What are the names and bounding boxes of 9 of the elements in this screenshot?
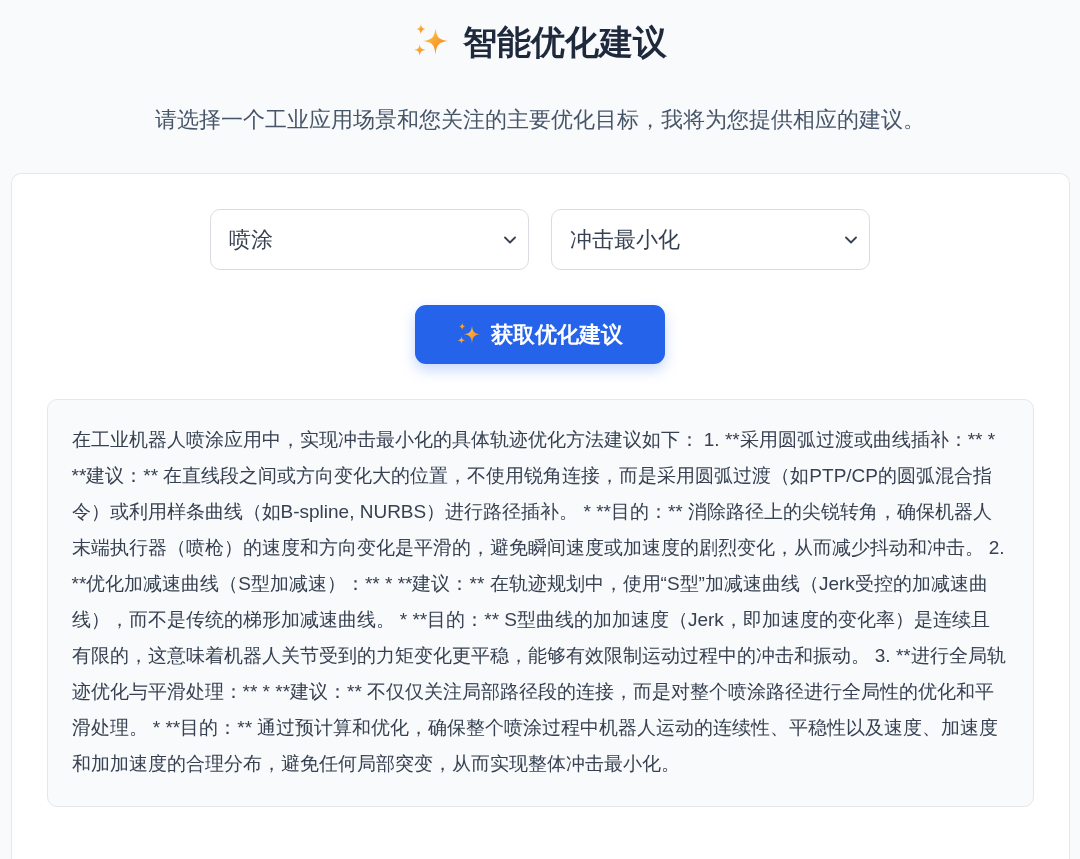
dropdown[interactable]: 喷涂 bbox=[210, 209, 529, 270]
sparkles-icon bbox=[457, 322, 481, 347]
submit-button[interactable]: 获取优化建议 bbox=[415, 305, 665, 364]
chevron-down-icon bbox=[504, 235, 516, 244]
dropdown[interactable]: 冲击最小化 bbox=[551, 209, 870, 270]
chevron-down-icon bbox=[845, 235, 857, 244]
page-subtitle: 请选择一个工业应用场景和您关注的主要优化目标，我将为您提供相应的建议。 bbox=[155, 106, 925, 134]
page-title: 智能优化建议 bbox=[463, 22, 667, 63]
result-text: 在工业机器人喷涂应用中，实现冲击最小化的具体轨迹优化方法建议如下： 1. **采用圆弧过渡或曲线插补：** * **建议：** 在直线段之间或方向变化大的位置，不使用锐角连接，而是采用圆弧过渡（如PTP/CP的圆弧混合指令）或利用样条曲线（如B-spline, NURBS）进行路径插补。 * **目的：** 消除路径上的尖锐转角，确保机器人末端执行器（喷枪）的速度和方向变化是平滑的，避免瞬间速度或加速度的剧烈变化，从而减少抖动和冲击。 2. **优化加减速曲线（S型加减速）：** * **建议：** 在轨迹规划中，使用“S型”加减速曲线（Jerk受控的加减速曲线），而不是传统的梯形加减速曲线。 * **目的：** S型曲线的加加速度（Jerk，即加速度的变化率）是连续且有限的，这意味着机器人关节受到的力矩变化更平稳，能够有效限制运动过程中的冲击和振动。 3. **进行全局轨迹优化与平滑处理：** * **建议：** 不仅仅关注局部路径段的连接，而是对整个喷涂路径进行全局性的优化和平滑处理。 * **目的：** 通过预计算和优化，确保整个喷涂过程中机器人运动的连续性、平稳性以及速度、加速度和加加速度的合理分布，避免任何局部突变，从而实现整体冲击最小化。 bbox=[71, 428, 1007, 776]
